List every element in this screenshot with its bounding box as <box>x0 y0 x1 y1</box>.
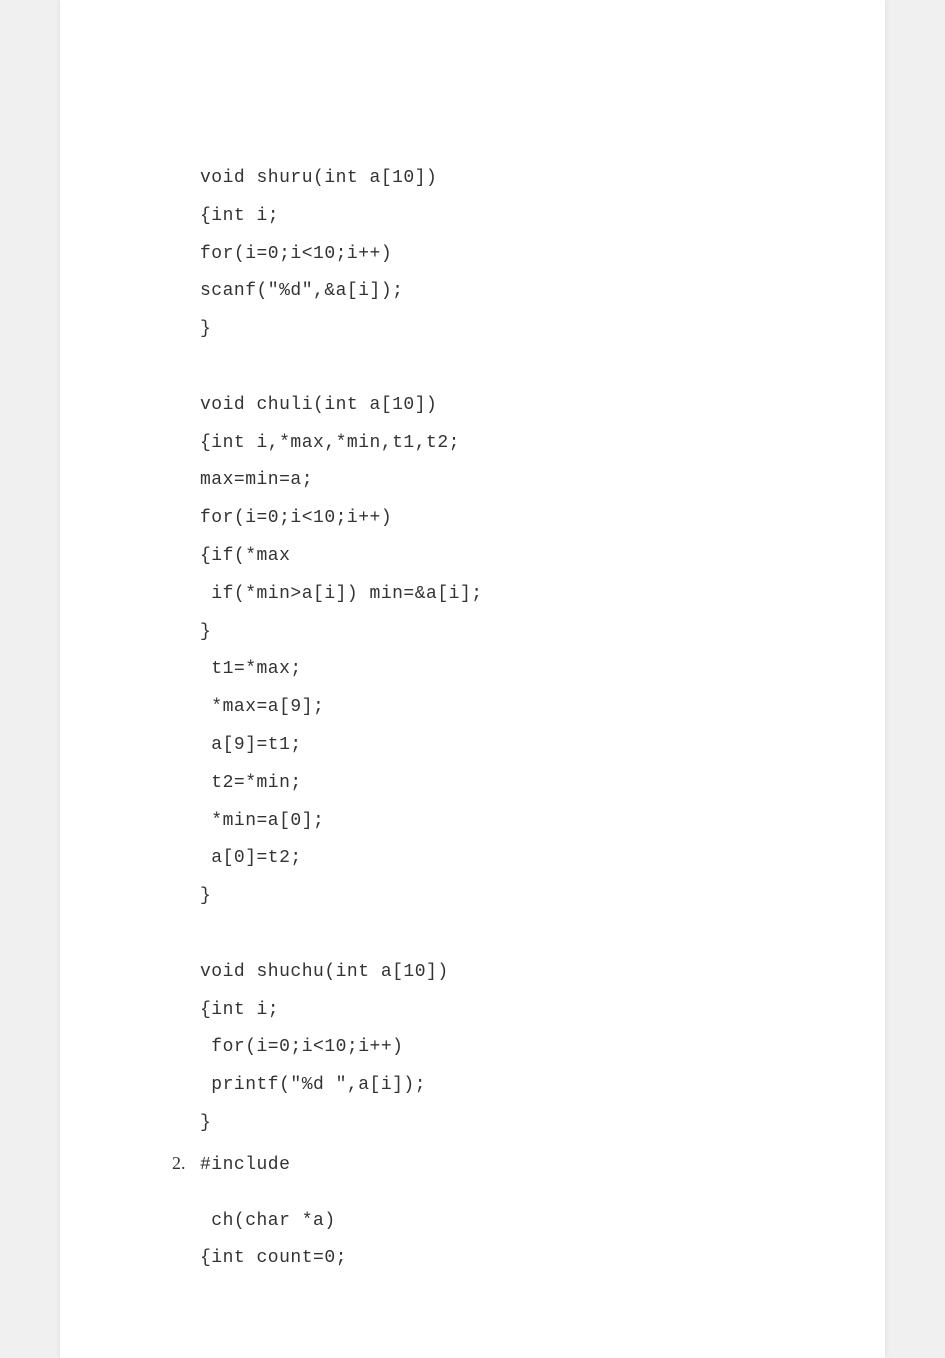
code-block-1: void shuru(int a[10]) {int i; for(i=0;i<… <box>120 160 825 1143</box>
code-block-2: ch(char *a) {int count=0; <box>120 1203 825 1279</box>
spacer <box>120 1185 825 1203</box>
list-item-2: 2. #include <box>120 1145 825 1185</box>
list-text: #include <box>200 1147 290 1185</box>
document-page: void shuru(int a[10]) {int i; for(i=0;i<… <box>60 0 885 1358</box>
list-number: 2. <box>172 1145 200 1183</box>
